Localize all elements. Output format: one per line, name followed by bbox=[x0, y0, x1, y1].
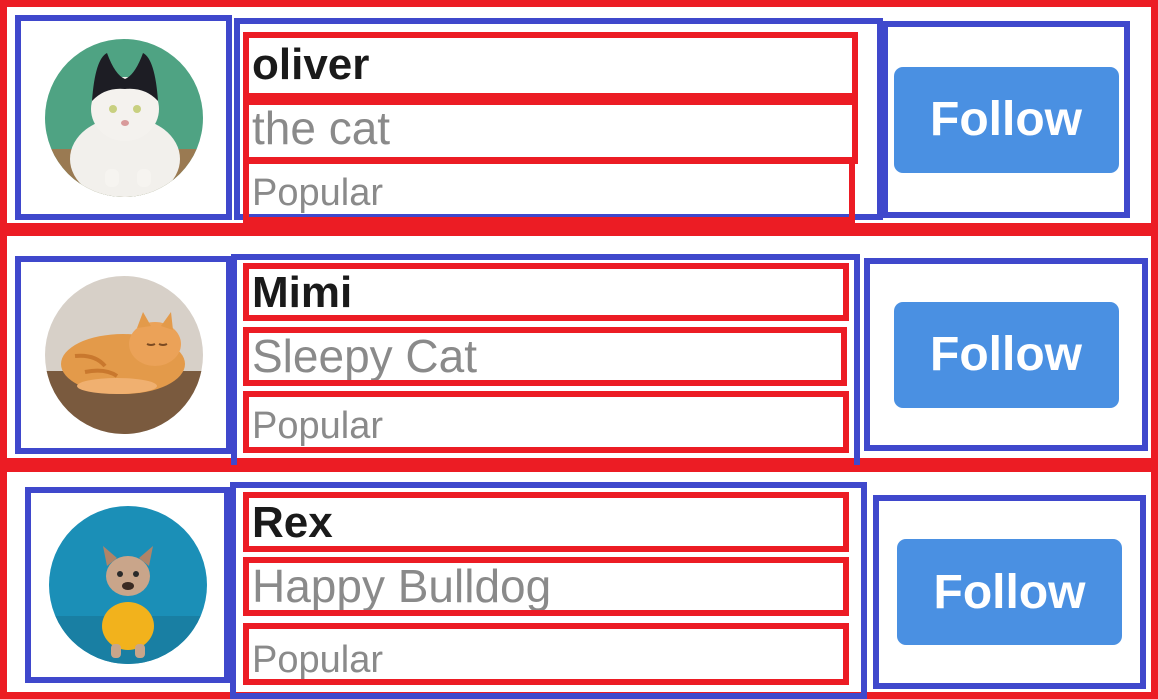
user-list-item: Mimi Sleepy Cat Popular Follow bbox=[0, 229, 1158, 471]
avatar-frame bbox=[15, 15, 232, 220]
follow-button-frame: Follow bbox=[882, 21, 1130, 218]
user-name: Rex bbox=[243, 492, 849, 552]
avatar[interactable] bbox=[44, 276, 203, 434]
avatar[interactable] bbox=[48, 506, 207, 664]
follow-button[interactable]: Follow bbox=[897, 539, 1122, 645]
avatar[interactable] bbox=[44, 38, 203, 197]
popular-badge: Popular bbox=[243, 623, 849, 685]
user-name: oliver bbox=[243, 32, 858, 99]
follow-button[interactable]: Follow bbox=[893, 301, 1119, 408]
user-list-item: Rex Happy Bulldog Popular Follow bbox=[0, 465, 1158, 699]
user-subtitle: Happy Bulldog bbox=[243, 557, 849, 616]
popular-badge: Popular bbox=[243, 391, 849, 453]
user-subtitle: Sleepy Cat bbox=[243, 327, 847, 386]
follow-button[interactable]: Follow bbox=[893, 66, 1119, 173]
popular-badge: Popular bbox=[243, 157, 855, 223]
user-name: Mimi bbox=[243, 263, 849, 321]
follow-button-frame: Follow bbox=[873, 495, 1146, 689]
follow-button-frame: Follow bbox=[864, 258, 1148, 451]
avatar-frame bbox=[15, 256, 232, 454]
avatar-frame bbox=[25, 487, 230, 683]
user-subtitle: the cat bbox=[243, 99, 858, 164]
user-list-item: oliver the cat Popular Follow bbox=[0, 0, 1158, 230]
